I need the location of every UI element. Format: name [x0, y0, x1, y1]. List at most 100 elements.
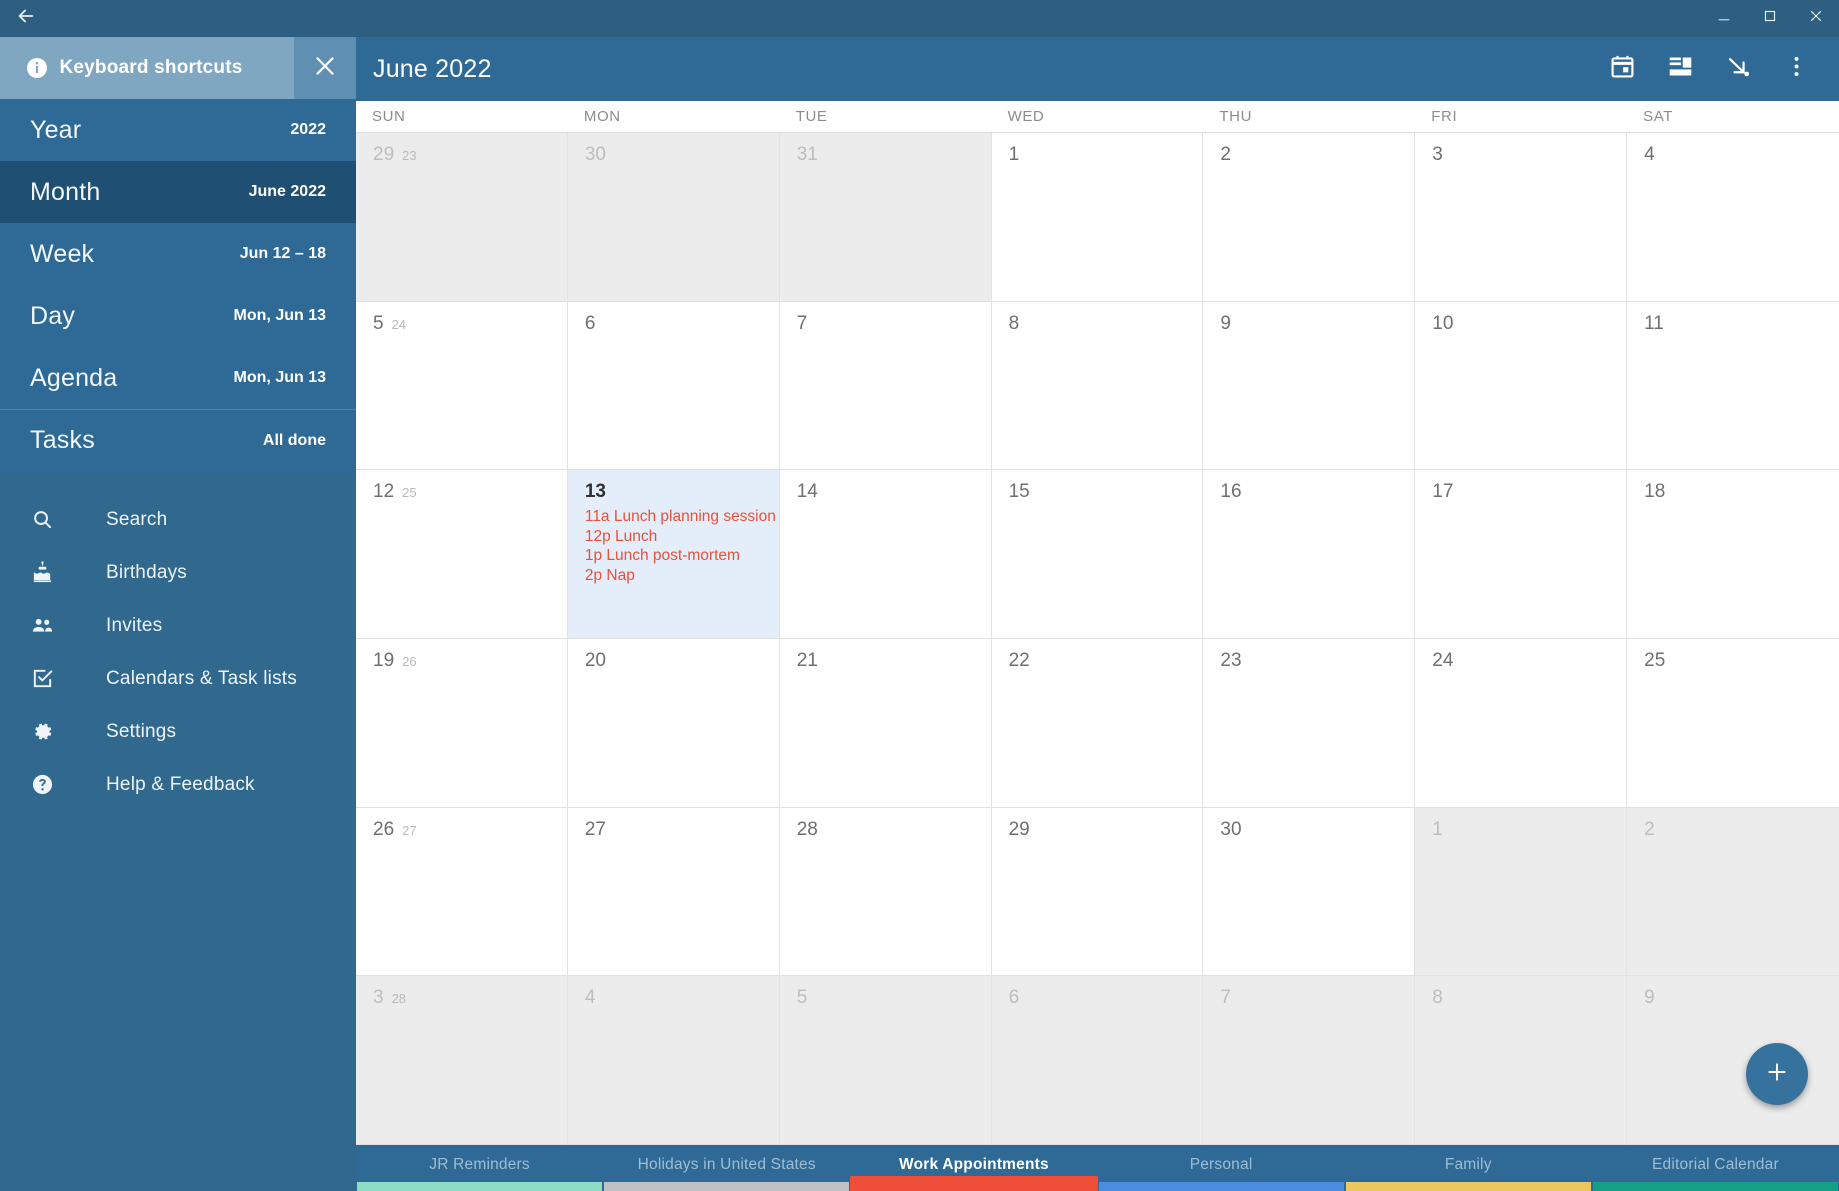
- day-cell[interactable]: 11: [1627, 301, 1839, 471]
- back-button[interactable]: [0, 0, 52, 37]
- day-number-line: 26 27: [373, 820, 559, 842]
- day-cell[interactable]: 15: [991, 470, 1204, 639]
- day-cell[interactable]: 9: [1203, 301, 1416, 471]
- event-item[interactable]: 2p Nap: [585, 566, 771, 586]
- day-cell[interactable]: 3: [1415, 133, 1628, 302]
- calendar-tab[interactable]: Personal: [1098, 1145, 1345, 1191]
- sidebar-item-search[interactable]: Search: [0, 493, 356, 546]
- day-number-line: 23: [1220, 651, 1406, 673]
- day-cell[interactable]: 7: [1203, 976, 1416, 1145]
- sidebar-item-birthdays[interactable]: Birthdays: [0, 546, 356, 599]
- day-cell[interactable]: 21: [779, 639, 992, 808]
- day-number: 30: [584, 144, 606, 165]
- view-layout-button[interactable]: [1651, 37, 1709, 101]
- sidebar-item-settings[interactable]: Settings: [0, 705, 356, 758]
- day-cell[interactable]: 29: [991, 807, 1204, 977]
- day-cell[interactable]: 5 24: [356, 301, 568, 471]
- today-calendar-button[interactable]: [1593, 37, 1651, 101]
- overflow-menu-button[interactable]: [1767, 37, 1825, 101]
- day-cell[interactable]: 5: [779, 976, 992, 1145]
- day-cell[interactable]: 6: [567, 301, 780, 471]
- day-cell[interactable]: 30: [567, 133, 780, 302]
- day-cell[interactable]: 31: [779, 133, 992, 302]
- day-cell[interactable]: 17: [1415, 470, 1628, 639]
- weekday-label: FRI: [1431, 108, 1458, 125]
- day-cell[interactable]: 1: [1415, 807, 1628, 977]
- calendar-tab[interactable]: Family: [1345, 1145, 1592, 1191]
- day-cell[interactable]: 26 27: [356, 807, 568, 977]
- sidebar-item-week[interactable]: Week Jun 12 – 18: [0, 223, 356, 285]
- event-item[interactable]: 11a Lunch planning session: [585, 507, 776, 527]
- day-number-line: 1: [1009, 145, 1195, 167]
- checklist-icon: [28, 665, 56, 693]
- day-cell[interactable]: 19 26: [356, 639, 568, 808]
- close-button[interactable]: [1793, 0, 1839, 37]
- weekday-label: WED: [1007, 108, 1045, 125]
- day-cell[interactable]: 25: [1627, 639, 1839, 808]
- day-cell[interactable]: 7: [779, 301, 992, 471]
- day-cell[interactable]: 4: [1627, 133, 1839, 302]
- day-number: 25: [1644, 650, 1666, 671]
- day-cell[interactable]: 8: [991, 301, 1204, 471]
- day-cell[interactable]: 2: [1627, 807, 1839, 977]
- day-cell[interactable]: 23: [1203, 639, 1416, 808]
- day-number: 8: [1432, 987, 1443, 1009]
- day-cell[interactable]: 29 23: [356, 133, 568, 302]
- day-cell[interactable]: 4: [567, 976, 780, 1145]
- day-number-line: 21: [797, 651, 983, 673]
- day-cell[interactable]: 14: [779, 470, 992, 639]
- weekday-label: SAT: [1643, 108, 1673, 125]
- calendar-tab[interactable]: Holidays in United States: [603, 1145, 850, 1191]
- calendar-tab-label: Holidays in United States: [637, 1156, 816, 1173]
- day-cell[interactable]: 1: [991, 133, 1204, 302]
- sidebar-item-agenda[interactable]: Agenda Mon, Jun 13: [0, 347, 356, 409]
- day-cell[interactable]: 9: [1627, 976, 1839, 1145]
- day-cell[interactable]: 12 25: [356, 470, 568, 639]
- day-cell[interactable]: 28: [779, 807, 992, 977]
- day-number: 16: [1220, 481, 1242, 503]
- event-item[interactable]: 1p Lunch post-mortem: [585, 546, 771, 566]
- sidebar-item-year[interactable]: Year 2022: [0, 99, 356, 161]
- day-cell[interactable]: 22: [991, 639, 1204, 808]
- sidebar-item-month[interactable]: Month June 2022: [0, 161, 356, 223]
- calendar-tab-label: Work Appointments: [899, 1156, 1049, 1173]
- window-titlebar: [0, 0, 1839, 37]
- day-number-line: 18: [1644, 482, 1831, 504]
- day-cell[interactable]: 6: [991, 976, 1204, 1145]
- calendar-tab-label: Family: [1444, 1156, 1492, 1173]
- day-cell[interactable]: 30: [1203, 807, 1416, 977]
- arrow-left-icon: [15, 5, 37, 32]
- minimize-button[interactable]: [1701, 0, 1747, 37]
- day-cell[interactable]: 20: [567, 639, 780, 808]
- keyboard-shortcuts-banner[interactable]: Keyboard shortcuts: [0, 37, 356, 99]
- day-cell[interactable]: 18: [1627, 470, 1839, 639]
- day-cell[interactable]: 27: [567, 807, 780, 977]
- calendar-tab[interactable]: Editorial Calendar: [1592, 1145, 1839, 1191]
- day-cell[interactable]: 3 28: [356, 976, 568, 1145]
- day-cell[interactable]: 10: [1415, 301, 1628, 471]
- maximize-icon: [1761, 7, 1779, 30]
- day-number: 8: [1008, 312, 1020, 334]
- day-cell[interactable]: 13 11a Lunch planning session 12p Lunch 1p …: [567, 470, 780, 639]
- create-event-fab[interactable]: [1746, 1043, 1808, 1105]
- day-number: 9: [1220, 312, 1231, 334]
- day-number-line: 16: [1220, 482, 1406, 504]
- sidebar-item-invites[interactable]: Invites: [0, 599, 356, 652]
- calendar-tab[interactable]: Work Appointments: [850, 1145, 1098, 1191]
- calendar-tab[interactable]: JR Reminders: [356, 1145, 603, 1191]
- sidebar-item-calendars-task-lists[interactable]: Calendars & Task lists: [0, 652, 356, 705]
- sidebar-item-day[interactable]: Day Mon, Jun 13: [0, 285, 356, 347]
- day-cell[interactable]: 2: [1203, 133, 1416, 302]
- day-number: 4: [584, 987, 596, 1009]
- app-body: Keyboard shortcuts Year 2022 Month June …: [0, 37, 1839, 1191]
- keyboard-shortcuts-close-button[interactable]: [294, 37, 356, 99]
- maximize-button[interactable]: [1747, 0, 1793, 37]
- day-cell[interactable]: 16: [1203, 470, 1416, 639]
- day-cell[interactable]: 24: [1415, 639, 1628, 808]
- jump-to-button[interactable]: [1709, 37, 1767, 101]
- event-item[interactable]: 12p Lunch: [585, 527, 771, 547]
- sidebar-item-label: Birthdays: [106, 561, 188, 583]
- sidebar-item-help-feedback[interactable]: Help & Feedback: [0, 758, 356, 811]
- sidebar-item-tasks[interactable]: Tasks All done: [0, 409, 356, 471]
- day-cell[interactable]: 8: [1415, 976, 1628, 1145]
